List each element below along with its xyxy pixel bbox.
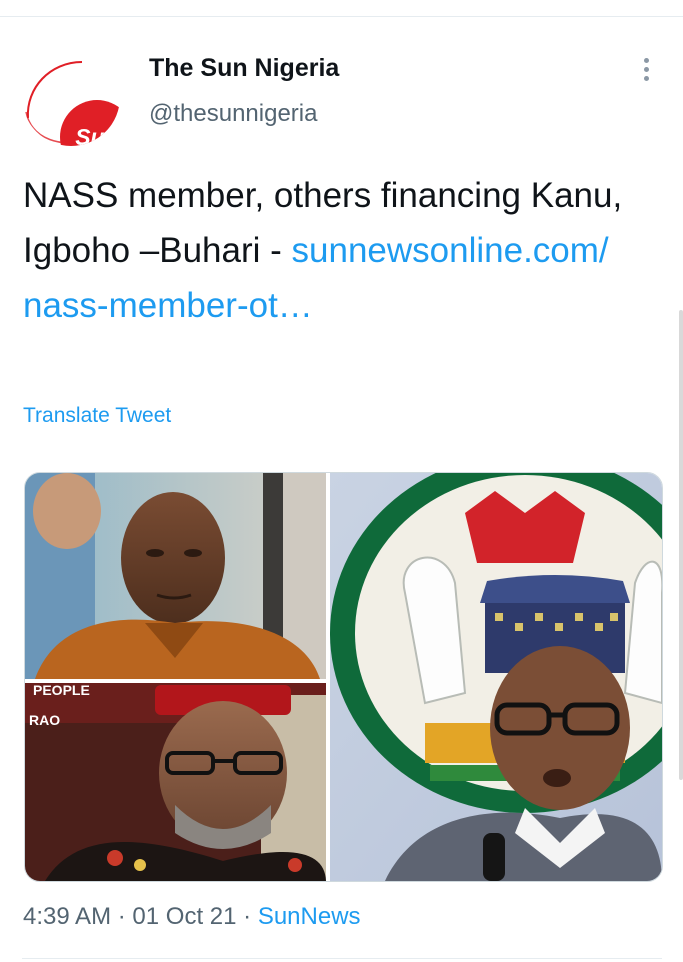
meta-separator-2: ·: [243, 903, 252, 930]
image-lettering-rao: RAO: [29, 712, 60, 728]
image-lettering-people: PEOPLE: [33, 682, 90, 698]
photo-right: [330, 473, 662, 881]
tweet-meta: 4:39 AM · 01 Oct 21 · SunNews: [23, 903, 361, 931]
bottom-divider: [22, 958, 662, 959]
photo-top-left: [25, 473, 326, 679]
tweet-date[interactable]: 01 Oct 21: [132, 903, 236, 930]
media-card[interactable]: PEOPLE RAO: [24, 472, 663, 882]
avatar[interactable]: Sun: [22, 48, 120, 146]
tweet-time[interactable]: 4:39 AM: [23, 903, 111, 930]
scrollbar[interactable]: [679, 310, 683, 780]
translate-tweet-button[interactable]: Translate Tweet: [23, 404, 171, 428]
meta-separator: ·: [117, 903, 126, 930]
media-collage: PEOPLE RAO: [25, 473, 662, 881]
display-name[interactable]: The Sun Nigeria: [149, 54, 339, 83]
top-divider: [0, 16, 683, 17]
more-vertical-icon[interactable]: [636, 58, 656, 84]
tweet-source[interactable]: SunNews: [258, 903, 361, 930]
handle[interactable]: @thesunnigeria: [149, 100, 317, 128]
avatar-logo-text: Sun: [75, 124, 119, 146]
tweet-text: NASS member, others financing Kanu, Igbo…: [23, 168, 643, 333]
photo-bottom-left: PEOPLE RAO: [25, 682, 326, 881]
